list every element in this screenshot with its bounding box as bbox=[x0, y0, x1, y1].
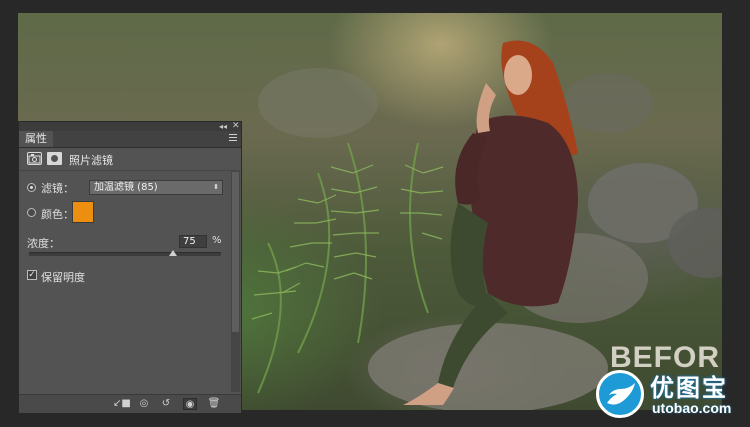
filter-label: 滤镜： bbox=[41, 182, 74, 195]
density-label: 浓度： bbox=[27, 237, 60, 250]
adjustment-title: 照片滤镜 bbox=[69, 154, 113, 167]
watermark: 优图宝 utobao.com bbox=[596, 368, 746, 424]
color-swatch[interactable] bbox=[72, 201, 94, 223]
watermark-url: utobao.com bbox=[652, 400, 732, 416]
properties-panel: ◂◂ ✕ 属性 照片滤镜 滤镜： 加温滤镜 (85) ⬍ 颜色： 浓度： 75 … bbox=[18, 121, 242, 413]
clip-to-layer-icon[interactable]: ↙■ bbox=[113, 398, 131, 410]
adjustment-header: 照片滤镜 bbox=[19, 148, 231, 171]
preserve-luminosity-label: 保留明度 bbox=[41, 271, 85, 284]
visibility-eye-icon[interactable]: ◉ bbox=[183, 398, 197, 410]
layer-mask-icon[interactable] bbox=[47, 152, 62, 165]
color-label: 颜色： bbox=[41, 208, 74, 221]
density-slider-thumb[interactable] bbox=[169, 250, 177, 256]
density-input[interactable]: 75 bbox=[179, 235, 207, 248]
close-icon[interactable]: ✕ bbox=[232, 122, 240, 131]
panel-scroll-thumb[interactable] bbox=[232, 172, 239, 332]
watermark-brand: 优图宝 bbox=[650, 374, 728, 402]
select-arrows-icon: ⬍ bbox=[213, 183, 219, 191]
preserve-luminosity-checkbox[interactable]: ✓ bbox=[27, 270, 37, 280]
panel-drag-bar[interactable]: ◂◂ ✕ bbox=[19, 122, 241, 131]
reset-icon[interactable]: ↺ bbox=[159, 398, 173, 410]
collapse-icon[interactable]: ◂◂ bbox=[219, 122, 227, 131]
camera-icon bbox=[28, 154, 41, 164]
tab-properties[interactable]: 属性 bbox=[19, 131, 53, 147]
filter-select-value: 加温滤镜 (85) bbox=[94, 182, 158, 193]
panel-menu-icon[interactable] bbox=[229, 134, 237, 142]
delete-trash-icon[interactable]: 🗑 bbox=[207, 398, 221, 410]
density-unit: % bbox=[212, 235, 222, 246]
panel-tab-bar: 属性 bbox=[19, 131, 241, 148]
filter-radio[interactable] bbox=[27, 183, 36, 192]
bird-icon bbox=[607, 383, 635, 405]
color-radio[interactable] bbox=[27, 208, 36, 217]
density-slider[interactable] bbox=[29, 250, 221, 256]
adjustment-camera-icon[interactable] bbox=[27, 152, 42, 165]
panel-footer: ↙■ ◎ ↺ ◉ 🗑 bbox=[19, 394, 241, 413]
panel-scrollbar[interactable] bbox=[231, 170, 240, 392]
view-previous-icon[interactable]: ◎ bbox=[137, 398, 151, 410]
filter-select[interactable]: 加温滤镜 (85) ⬍ bbox=[89, 180, 223, 195]
watermark-logo bbox=[596, 370, 644, 418]
